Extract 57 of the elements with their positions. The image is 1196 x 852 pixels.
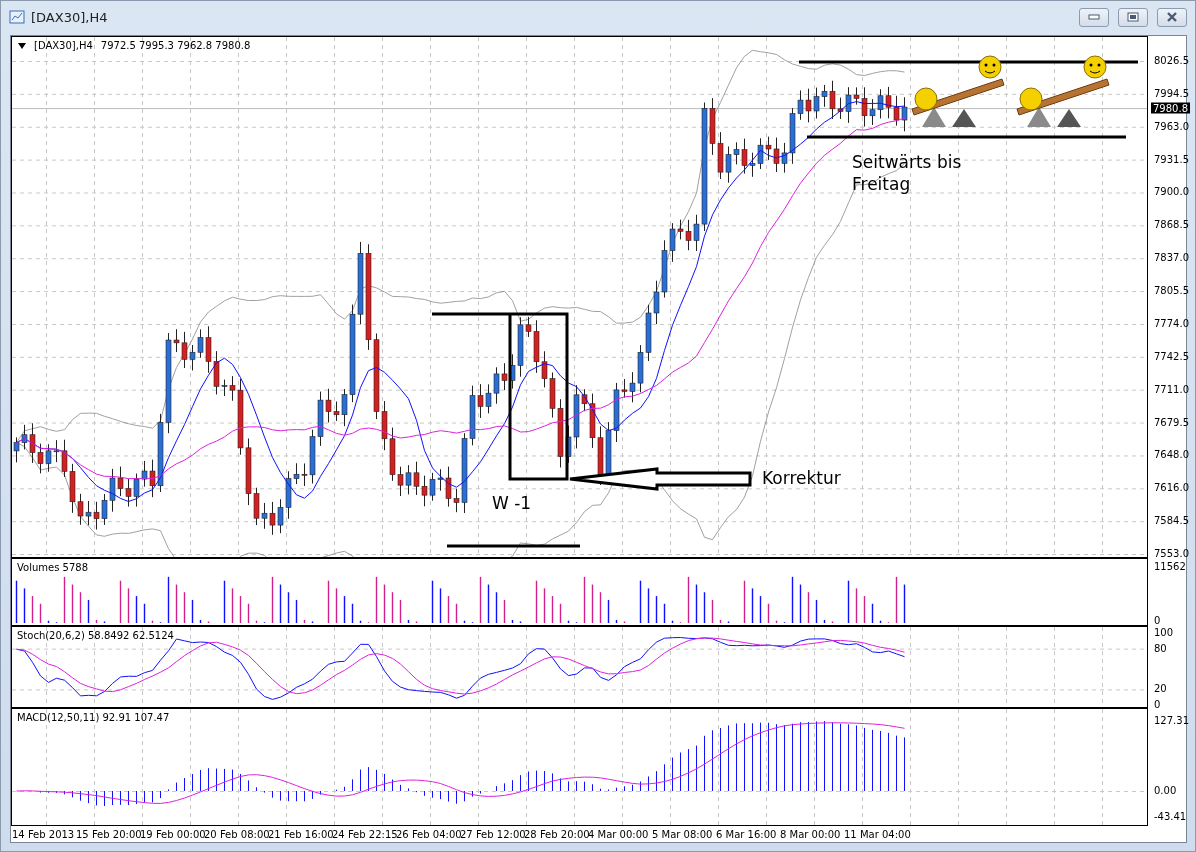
time-label: 6 Mar 16:00 [716,828,778,840]
indicator-tick: 127.31 [1154,714,1189,726]
time-label: 26 Feb 04:00 [396,828,460,840]
chart-note: Korrektur [762,467,841,489]
close-button[interactable] [1157,7,1187,27]
chart-window-icon [9,9,25,25]
current-price-label: 7980.8 [1151,102,1190,114]
ohlc-values: 7972.5 7995.3 7962.8 7980.8 [100,40,251,51]
price-tick: 8026.5 [1154,54,1189,66]
indicator-tick: 0 [1154,614,1161,626]
indicator-tick: 11562 [1154,560,1186,572]
time-label: 15 Feb 20:00 [76,828,140,840]
minimize-icon [1088,14,1100,20]
indicator-tick: 20 [1154,682,1167,694]
price-tick: 7584.5 [1154,514,1189,526]
time-label: 8 Mar 00:00 [780,828,842,840]
symbol-label: [DAX30],H4 [34,40,93,51]
restore-icon [1127,12,1139,22]
price-tick: 7711.0 [1154,383,1189,395]
time-label: 24 Feb 22:15 [332,828,396,840]
indicator-label: Stoch(20,6,2) 58.8492 62.5124 [17,630,174,641]
price-tick: 7805.5 [1154,284,1189,296]
price-tick: 7679.5 [1154,416,1189,428]
time-label: 4 Mar 00:00 [588,828,650,840]
restore-button[interactable] [1118,7,1148,27]
chart-note: Seitwärts bis Freitag [852,151,963,195]
time-label: 20 Feb 08:00 [204,828,268,840]
price-tick: 7553.0 [1154,547,1189,559]
price-tick: 7742.5 [1154,350,1189,362]
time-label: 11 Mar 04:00 [844,828,908,840]
minimize-button[interactable] [1079,7,1109,27]
indicator-tick: 80 [1154,642,1167,654]
time-label: 28 Feb 20:00 [524,828,588,840]
indicator-tick: -43.41 [1154,810,1187,822]
price-tick: 7774.0 [1154,317,1189,329]
time-label: 19 Feb 00:00 [140,828,204,840]
time-label: 14 Feb 2013 [12,828,76,840]
indicator-label: MACD(12,50,11) 92.91 107.47 [17,712,170,723]
chart-note: W -1 [492,492,532,514]
indicator-label: Volumes 5788 [17,562,89,573]
time-label: 27 Feb 12:00 [460,828,524,840]
close-icon [1166,12,1178,22]
price-tick: 7900.0 [1154,185,1189,197]
price-tick: 7931.5 [1154,153,1189,165]
time-label: 5 Mar 08:00 [652,828,714,840]
window-title: [DAX30],H4 [31,9,109,25]
indicator-tick: 0 [1154,698,1161,710]
price-tick: 7648.0 [1154,448,1189,460]
price-tick: 7963.0 [1154,120,1189,132]
price-tick: 7837.0 [1154,251,1189,263]
price-tick: 7616.0 [1154,481,1189,493]
time-label: 21 Feb 16:00 [268,828,332,840]
indicator-tick: 100 [1154,626,1174,638]
dropdown-triangle-icon[interactable] [18,42,26,49]
indicator-tick: 0.00 [1154,784,1177,796]
price-tick: 7868.5 [1154,218,1189,230]
price-tick: 7994.5 [1154,87,1189,99]
